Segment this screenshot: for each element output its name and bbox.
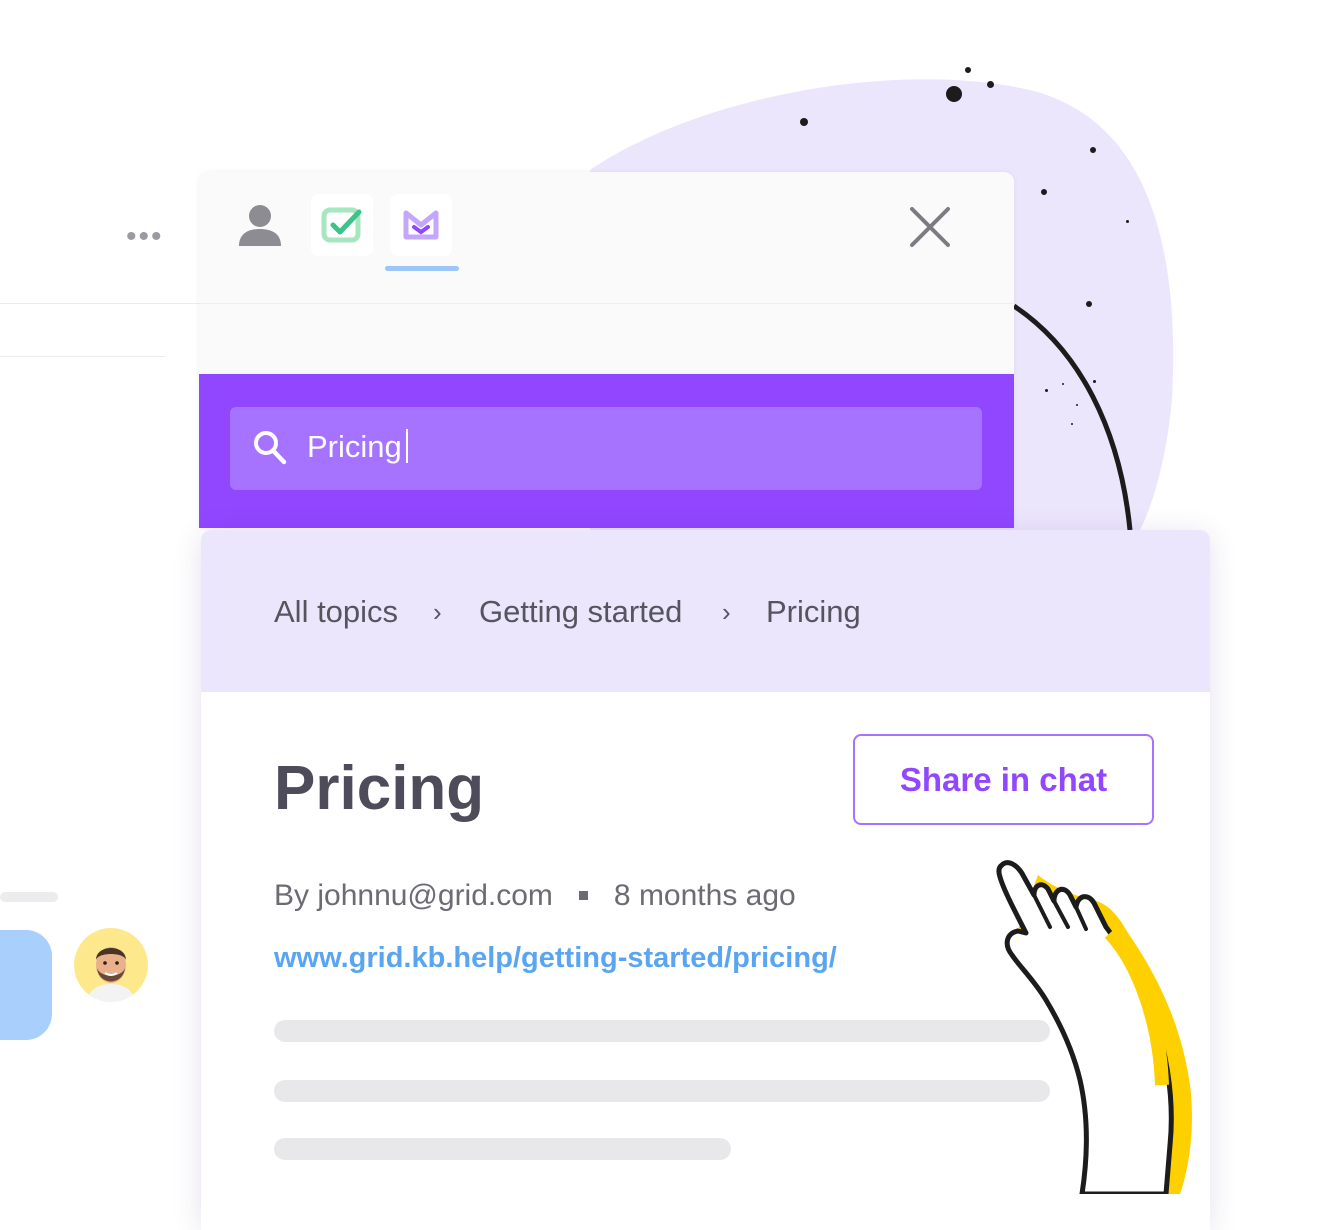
content-placeholder-line (274, 1080, 1050, 1102)
close-icon (910, 207, 950, 247)
decor-dot (1093, 380, 1096, 383)
content-placeholder-line (274, 1138, 731, 1160)
tab-tasks[interactable] (311, 194, 373, 256)
tab-profile[interactable] (229, 194, 291, 256)
decor-dot (1071, 423, 1073, 425)
chat-bubble (0, 930, 52, 1040)
divider (0, 303, 200, 304)
article-title: Pricing (274, 754, 485, 823)
divider (0, 356, 165, 357)
breadcrumb-separator: › (433, 597, 442, 627)
tab-knowledge-base[interactable] (390, 194, 452, 256)
chat-text-placeholder (0, 892, 58, 902)
active-tab-indicator (385, 266, 459, 271)
close-button[interactable] (905, 202, 955, 252)
search-value: Pricing (307, 429, 402, 464)
kb-icon (403, 210, 439, 240)
decor-dot (965, 67, 971, 73)
decor-dot (1045, 389, 1048, 392)
breadcrumb-item-getting-started[interactable]: Getting started (479, 592, 682, 632)
avatar (74, 928, 148, 1002)
article-meta: By johnnu@grid.com 8 months ago (274, 876, 796, 916)
widget-topbar (199, 172, 1014, 304)
decor-dot (1086, 301, 1092, 307)
content-placeholder-line (274, 1020, 1050, 1042)
decor-dot (946, 86, 962, 102)
decor-dot (1126, 220, 1129, 223)
search-input[interactable]: Pricing (230, 407, 982, 490)
decor-dot (1041, 189, 1047, 195)
pointing-hand-illustration (996, 860, 1192, 1194)
more-options-icon[interactable]: ••• (126, 222, 164, 252)
search-bar: Pricing (199, 374, 1014, 528)
article-age: 8 months ago (613, 879, 796, 912)
decor-dot (1062, 383, 1064, 385)
breadcrumb-item-all-topics[interactable]: All topics (274, 592, 398, 632)
checkbox-icon (321, 207, 362, 243)
widget-panel: Pricing (199, 172, 1014, 528)
meta-separator (578, 891, 588, 900)
decor-dot (1090, 147, 1096, 153)
decor-dot (800, 118, 808, 126)
breadcrumb: All topics › Getting started › Pricing (201, 530, 1210, 692)
breadcrumb-separator: › (722, 597, 731, 627)
decor-dot (987, 81, 994, 88)
person-icon (239, 205, 281, 246)
search-icon (254, 431, 287, 465)
text-caret (405, 429, 408, 463)
article-author: By johnnu@grid.com (274, 879, 553, 912)
breadcrumb-item-pricing[interactable]: Pricing (766, 592, 861, 632)
article-url-link[interactable]: www.grid.kb.help/getting-started/pricing… (274, 938, 837, 978)
search-text: Pricing (307, 427, 408, 467)
share-in-chat-button[interactable]: Share in chat (853, 734, 1154, 825)
decor-dot (1076, 404, 1078, 406)
